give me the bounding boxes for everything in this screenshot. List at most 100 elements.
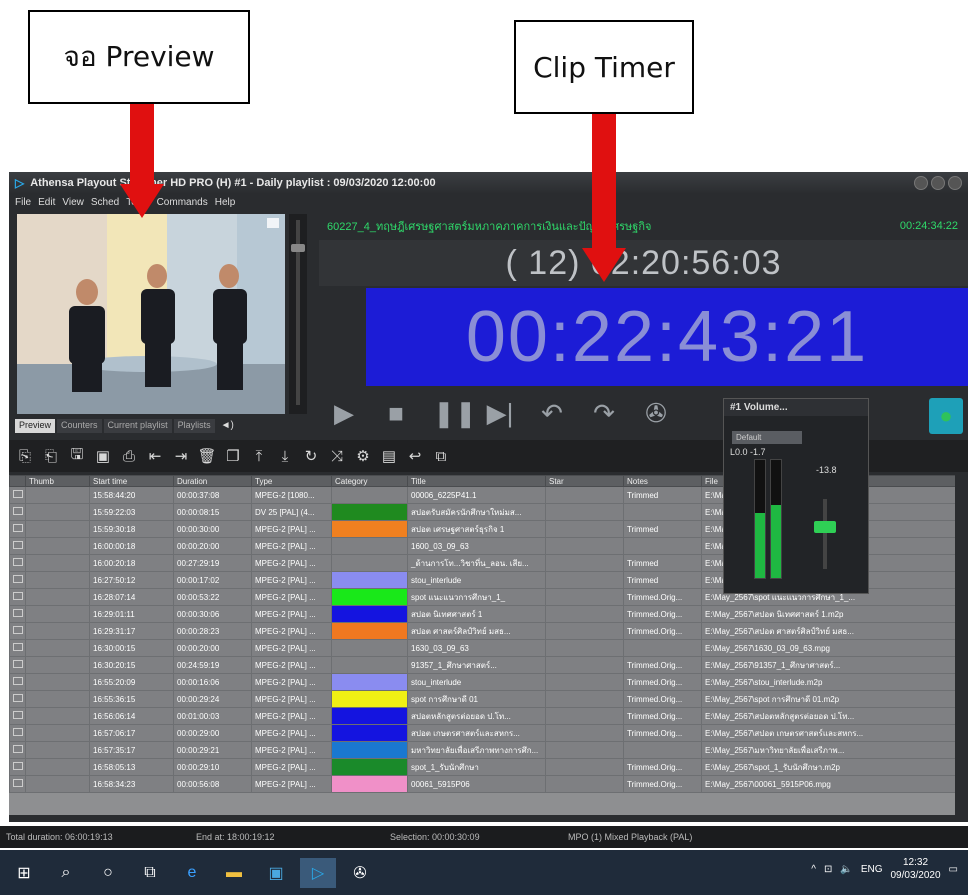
row-notes: Trimmed xyxy=(623,571,702,589)
clip-icon xyxy=(13,558,23,566)
loop-icon[interactable]: ↻ xyxy=(301,446,321,466)
col-header-start[interactable]: Start time xyxy=(89,475,174,487)
table-row[interactable]: 16:55:36:15 00:00:29:24 MPEG-2 [PAL] ... sp… xyxy=(9,690,955,708)
insert-after-icon[interactable]: ⎗ xyxy=(41,446,61,466)
search-icon[interactable]: ⌕ xyxy=(48,858,84,888)
network-icon[interactable]: ⊡ xyxy=(824,864,832,875)
app-icon[interactable]: ▣ xyxy=(258,858,294,888)
playout-icon[interactable]: ▷ xyxy=(300,857,336,888)
row-file: E:\May_2567\00061_5915P06.mpg xyxy=(701,775,955,793)
move-bottom-icon[interactable]: ⤓ xyxy=(275,446,295,466)
align-left-icon[interactable]: ⇤ xyxy=(145,446,165,466)
row-type: MPEG-2 [PAL] ... xyxy=(251,537,332,555)
minimize-button[interactable] xyxy=(914,176,928,190)
row-duration: 00:00:29:24 xyxy=(173,690,252,708)
fader-cap[interactable] xyxy=(814,521,836,533)
move-top-icon[interactable]: ⤒ xyxy=(249,446,269,466)
table-row[interactable]: 16:58:05:13 00:00:29:10 MPEG-2 [PAL] ... sp… xyxy=(9,758,955,776)
row-start-time: 16:30:00:15 xyxy=(89,639,174,657)
tab-counters[interactable]: Counters xyxy=(57,419,102,433)
menu-item-commands[interactable]: Commands xyxy=(157,197,208,208)
table-row[interactable]: 16:56:06:14 00:01:00:03 MPEG-2 [PAL] ... สป… xyxy=(9,707,955,725)
row-title: สปอต ศาสตร์ศิลป์วิทย์ มสธ... xyxy=(407,622,546,640)
back-icon[interactable]: ↩ xyxy=(405,446,425,466)
row-title: สปอตหลักสูตรต่อยอด ป.โท... xyxy=(407,707,546,725)
undo-icon[interactable]: ↶ xyxy=(537,398,567,429)
save-as-icon[interactable]: ▣ xyxy=(93,446,113,466)
row-category xyxy=(331,656,408,674)
col-header-type[interactable]: Type xyxy=(251,475,332,487)
window-icon[interactable]: ⧉ xyxy=(431,446,451,466)
tab-preview[interactable]: Preview xyxy=(15,419,56,433)
table-row[interactable]: 16:55:20:09 00:00:16:06 MPEG-2 [PAL] ... st… xyxy=(9,673,955,691)
network-status-button[interactable]: ● xyxy=(929,398,963,434)
save-icon[interactable]: 🖫 xyxy=(67,446,87,466)
volume-icon[interactable]: 🔈 xyxy=(840,864,852,875)
col-header-notes[interactable]: Notes xyxy=(623,475,702,487)
pause-icon[interactable]: ❚❚ xyxy=(433,398,477,429)
clock[interactable]: 12:32 09/03/2020 xyxy=(890,856,940,882)
reel-icon[interactable]: ✇ xyxy=(641,398,671,429)
copy-icon[interactable]: ❐ xyxy=(223,446,243,466)
shuffle-icon[interactable]: ⤨ xyxy=(327,446,347,466)
tab-playlists[interactable]: Playlists xyxy=(173,419,215,433)
menu-item-help[interactable]: Help xyxy=(215,197,236,208)
stop-icon[interactable]: ■ xyxy=(381,398,411,429)
table-row[interactable]: 16:58:34:23 00:00:56:08 MPEG-2 [PAL] ... 00… xyxy=(9,775,955,793)
volume-preset-select[interactable]: Default xyxy=(732,431,802,444)
task-view-icon[interactable]: ⧉ xyxy=(132,858,168,888)
app2-icon[interactable]: ✇ xyxy=(342,858,378,888)
tab-current-playlist[interactable]: Current playlist xyxy=(103,419,172,433)
settings-icon[interactable]: ⚙ xyxy=(353,446,373,466)
next-icon[interactable]: ▶| xyxy=(485,398,515,429)
meter-left-level xyxy=(755,513,765,578)
windows-icon[interactable]: ⊞ xyxy=(6,858,42,888)
maximize-button[interactable] xyxy=(931,176,945,190)
col-header-thumb[interactable]: Thumb xyxy=(25,475,90,487)
table-row[interactable]: 16:29:31:17 00:00:28:23 MPEG-2 [PAL] ... สป… xyxy=(9,622,955,640)
play-icon[interactable]: ▶ xyxy=(329,398,359,429)
align-right-icon[interactable]: ⇥ xyxy=(171,446,191,466)
volume-fader[interactable] xyxy=(814,499,836,569)
load-icon[interactable]: ⎙ xyxy=(119,446,139,466)
col-header-category[interactable]: Category xyxy=(331,475,408,487)
volume-knob[interactable] xyxy=(291,244,305,252)
table-row[interactable]: 16:57:35:17 00:00:29:21 MPEG-2 [PAL] ... มห… xyxy=(9,741,955,759)
preview-screen[interactable] xyxy=(17,214,285,414)
delete-icon[interactable]: 🗑 xyxy=(197,446,217,466)
insert-icon[interactable]: ⎘ xyxy=(15,446,35,466)
row-notes: Trimmed xyxy=(623,554,702,572)
clip-icon xyxy=(13,626,23,634)
preview-volume-slider[interactable] xyxy=(289,214,307,414)
screen-icon[interactable]: ▤ xyxy=(379,446,399,466)
table-row[interactable]: 16:30:20:15 00:24:59:19 MPEG-2 [PAL] ... 91… xyxy=(9,656,955,674)
cortana-icon[interactable]: ○ xyxy=(90,858,126,888)
col-header-icon[interactable] xyxy=(9,475,26,487)
col-header-star[interactable]: Star xyxy=(545,475,624,487)
clip-icon xyxy=(13,694,23,702)
menu-item-view[interactable]: View xyxy=(62,197,84,208)
status-mode: MPO (1) Mixed Playback (PAL) xyxy=(568,832,693,842)
redo-icon[interactable]: ↷ xyxy=(589,398,619,429)
taskbar: ⊞ ⌕ ○ ⧉ e ▬ ▣ ▷ ✇ ^ ⊡ 🔈 ENG 12:32 09/03/… xyxy=(0,850,968,895)
menu-item-sched[interactable]: Sched xyxy=(91,197,119,208)
col-header-duration[interactable]: Duration xyxy=(173,475,252,487)
notification-icon[interactable]: ▭ xyxy=(949,864,958,875)
table-row[interactable]: 16:30:00:15 00:00:20:00 MPEG-2 [PAL] ... 16… xyxy=(9,639,955,657)
speaker-icon[interactable]: ◄) xyxy=(217,419,238,433)
row-category xyxy=(331,503,408,521)
close-button[interactable] xyxy=(948,176,962,190)
meter-left xyxy=(754,459,766,579)
row-title: สปอต เกษตรศาสตร์และสหกร... xyxy=(407,724,546,742)
language-indicator[interactable]: ENG xyxy=(861,864,883,875)
file-explorer-icon[interactable]: ▬ xyxy=(216,858,252,888)
edge-icon[interactable]: e xyxy=(174,858,210,888)
row-icon xyxy=(9,741,26,759)
chevron-up-icon[interactable]: ^ xyxy=(811,864,816,875)
table-row[interactable]: 16:29:01:11 00:00:30:06 MPEG-2 [PAL] ... สป… xyxy=(9,605,955,623)
menu-item-file[interactable]: File xyxy=(15,197,31,208)
row-notes: Trimmed.Orig... xyxy=(623,724,702,742)
menu-item-edit[interactable]: Edit xyxy=(38,197,55,208)
col-header-title[interactable]: Title xyxy=(407,475,546,487)
table-row[interactable]: 16:57:06:17 00:00:29:00 MPEG-2 [PAL] ... สป… xyxy=(9,724,955,742)
